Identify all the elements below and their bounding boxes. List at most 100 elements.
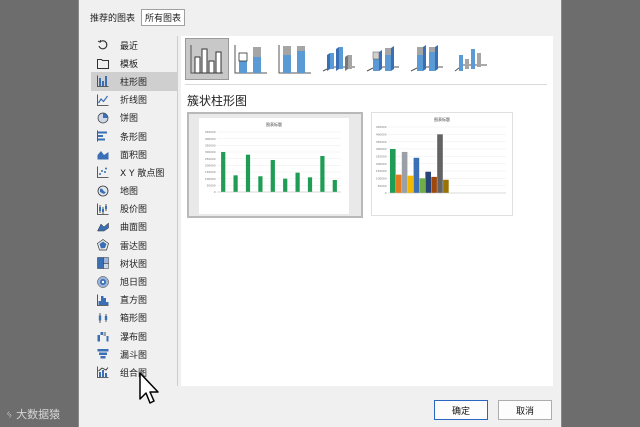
sidebar-item-waterfall[interactable]: 瀑布图 xyxy=(91,327,177,345)
sidebar-item-combo[interactable]: 组合图 xyxy=(91,363,177,381)
cancel-button[interactable]: 取消 xyxy=(498,400,552,420)
subtype-3d-stacked-column[interactable] xyxy=(361,38,405,80)
sidebar-item-templates[interactable]: 模板 xyxy=(91,54,177,72)
y-tick-label: 150000 xyxy=(205,170,216,174)
sidebar-item-bar[interactable]: 条形图 xyxy=(91,127,177,145)
subtype-3d-clustered-column[interactable] xyxy=(317,38,361,80)
chart-bar xyxy=(413,157,420,193)
chart-bar xyxy=(395,174,402,193)
mouse-cursor-icon xyxy=(139,372,159,404)
y-tick-label: 300000 xyxy=(376,147,387,151)
y-tick-label: 350000 xyxy=(205,144,216,148)
combo-chart-icon xyxy=(96,366,110,379)
chart-preview-selected[interactable]: 图表标题 450000 400000 350000 300000 250000 200000… xyxy=(187,112,363,218)
sidebar-item-label: 箱形图 xyxy=(120,314,148,325)
sidebar-item-scatter[interactable]: X Y 散点图 xyxy=(91,163,177,181)
y-tick-label: 150000 xyxy=(376,169,387,173)
sidebar-item-label: 树状图 xyxy=(120,259,148,270)
y-tick-label: 450000 xyxy=(376,125,387,129)
sidebar-item-label: 曲面图 xyxy=(120,223,148,234)
subtype-100-stacked-column[interactable] xyxy=(273,38,317,80)
y-tick-label: 350000 xyxy=(376,140,387,144)
chart-bar xyxy=(425,171,432,193)
chart-bar xyxy=(390,149,396,193)
chart-title: 图表标题 xyxy=(266,121,282,127)
subtype-stacked-column[interactable] xyxy=(229,38,273,80)
sidebar-item-label: 折线图 xyxy=(120,96,148,107)
watermark: ᛃ 大数据猿 xyxy=(6,406,60,422)
stacked-column-icon xyxy=(234,45,267,74)
chart-bar xyxy=(221,152,226,192)
sidebar-item-label: X Y 散点图 xyxy=(120,168,165,179)
sidebar-item-boxwhisker[interactable]: 箱形图 xyxy=(91,309,177,327)
chart-1: 图表标题 450000 400000 350000 300000 250000 200000… xyxy=(376,116,506,195)
chart-bar xyxy=(270,160,275,192)
y-tick-label: 50000 xyxy=(207,184,216,188)
surface-chart-icon xyxy=(96,221,110,233)
chart-bar xyxy=(419,178,426,193)
sidebar-item-label: 最近 xyxy=(120,41,139,52)
watermark-text: 大数据猿 xyxy=(16,408,61,421)
tab-all-charts[interactable]: 所有图表 xyxy=(141,9,186,26)
3d-column-icon xyxy=(454,49,487,72)
sidebar-item-map[interactable]: 地图 xyxy=(91,182,177,200)
radar-chart-icon xyxy=(96,239,110,251)
sidebar-item-label: 条形图 xyxy=(120,132,148,143)
sidebar-item-surface[interactable]: 曲面图 xyxy=(91,218,177,236)
chart-bar xyxy=(437,134,443,193)
sidebar-item-label: 瀑布图 xyxy=(120,332,148,343)
gallery-divider xyxy=(185,84,547,85)
y-tick-label: 250000 xyxy=(205,157,216,161)
sidebar-item-recent[interactable]: 最近 xyxy=(91,36,177,54)
3d-stacked-column-icon xyxy=(366,46,399,72)
subtype-3d-column[interactable] xyxy=(449,38,493,80)
y-tick-label: 0 xyxy=(385,191,387,195)
sidebar-item-pie[interactable]: 饼图 xyxy=(91,109,177,127)
ok-button[interactable]: 确定 xyxy=(434,400,488,420)
box-whisker-chart-icon xyxy=(96,312,110,324)
y-tick-label: 400000 xyxy=(205,137,216,141)
sidebar-item-stock[interactable]: 股价图 xyxy=(91,200,177,218)
chart-subtype-gallery xyxy=(185,38,493,80)
chart-bar xyxy=(233,175,238,192)
column-chart-icon xyxy=(96,75,110,88)
watermark-logo-icon: ᛃ xyxy=(6,408,13,421)
sidebar-item-column[interactable]: 柱形图 xyxy=(91,72,177,91)
sidebar-item-label: 漏斗图 xyxy=(120,350,148,361)
subtype-3d-100-stacked-column[interactable] xyxy=(405,38,449,80)
sidebar-item-label: 旭日图 xyxy=(120,278,148,289)
chart-bar xyxy=(401,151,408,193)
3d-clustered-column-icon xyxy=(322,47,355,72)
chart-preview-alternate[interactable]: 图表标题 450000 400000 350000 300000 250000 200000… xyxy=(371,112,513,216)
sidebar-item-treemap[interactable]: 树状图 xyxy=(91,254,177,272)
subtype-clustered-column[interactable] xyxy=(185,38,229,80)
line-chart-icon xyxy=(96,94,110,106)
chart-subtype-title: 簇状柱形图 xyxy=(187,94,248,108)
sidebar-item-line[interactable]: 折线图 xyxy=(91,91,177,109)
chart-bar xyxy=(320,156,325,192)
chart-preview-canvas: 图表标题 450000 400000 350000 300000 250000 200000… xyxy=(199,118,349,214)
y-tick-label: 100000 xyxy=(376,177,387,181)
tab-recommended-charts[interactable]: 推荐的图表 xyxy=(86,9,140,26)
sidebar-item-histogram[interactable]: 直方图 xyxy=(91,291,177,309)
histogram-chart-icon xyxy=(96,294,110,306)
sunburst-chart-icon xyxy=(96,275,110,288)
chart-0: 图表标题 450000 400000 350000 300000 250000 200000… xyxy=(205,121,341,194)
clustered-column-icon xyxy=(190,45,223,74)
y-tick-label: 50000 xyxy=(378,184,387,188)
100-stacked-column-icon xyxy=(278,45,311,74)
sidebar-item-area[interactable]: 面积图 xyxy=(91,145,177,163)
sidebar-item-radar[interactable]: 雷达图 xyxy=(91,236,177,254)
area-chart-icon xyxy=(96,148,110,160)
sidebar-item-funnel[interactable]: 漏斗图 xyxy=(91,345,177,363)
chart-bar xyxy=(245,154,251,192)
chart-bar xyxy=(307,177,313,192)
chart-title: 图表标题 xyxy=(434,116,450,122)
dialog-tabs: 推荐的图表 所有图表 xyxy=(86,9,186,26)
y-tick-label: 200000 xyxy=(376,162,387,166)
recent-icon xyxy=(96,39,110,51)
sidebar-item-label: 雷达图 xyxy=(120,241,148,252)
sidebar-item-sunburst[interactable]: 旭日图 xyxy=(91,272,177,290)
scatter-chart-icon xyxy=(96,166,110,179)
bar-chart-icon xyxy=(96,130,110,142)
